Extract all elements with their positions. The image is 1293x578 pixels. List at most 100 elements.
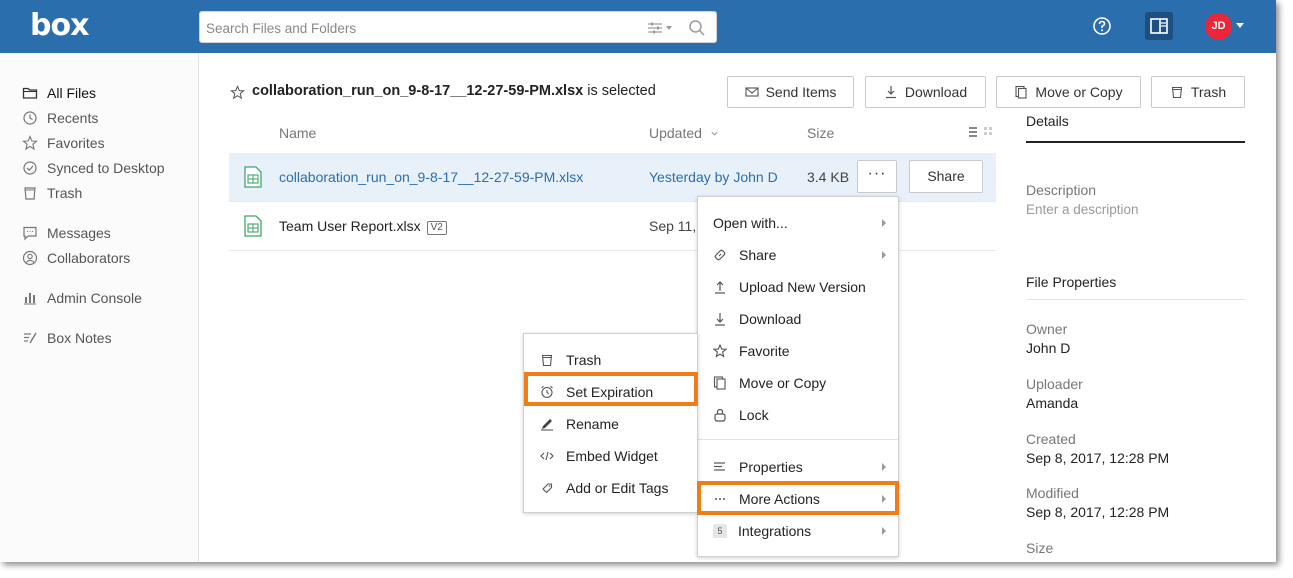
menu-item-label: Move or Copy bbox=[739, 375, 827, 391]
menu-item-download[interactable]: Download bbox=[713, 303, 801, 335]
list-view-icon[interactable] bbox=[968, 126, 994, 138]
envelope-icon bbox=[745, 87, 759, 97]
tab-details[interactable]: Details bbox=[1026, 113, 1245, 143]
highlight-more-actions bbox=[697, 481, 899, 515]
left-sidebar: All Files Recents Favorites Synced to De… bbox=[0, 53, 199, 562]
more-options-button[interactable]: ··· bbox=[857, 160, 897, 193]
search-icon[interactable] bbox=[688, 19, 706, 37]
sidebar-panel-toggle[interactable] bbox=[1145, 12, 1173, 40]
sidebar-item-label: Admin Console bbox=[47, 290, 142, 306]
filter-options-icon[interactable] bbox=[647, 20, 677, 36]
chevron-down-icon[interactable] bbox=[1236, 23, 1244, 28]
sidebar-item-favorites[interactable]: Favorites bbox=[22, 133, 105, 153]
sidebar-item-trash[interactable]: Trash bbox=[22, 183, 82, 203]
modified-value: Sep 8, 2017, 12:28 PM bbox=[1026, 504, 1170, 520]
copy-icon bbox=[1015, 85, 1027, 99]
file-name-link[interactable]: Team User Report.xlsx V2 bbox=[279, 218, 447, 235]
file-properties-heading: File Properties bbox=[1026, 274, 1117, 290]
menu-item-label: Rename bbox=[566, 416, 619, 432]
integrations-count-badge: 5 bbox=[713, 524, 727, 538]
message-icon bbox=[23, 226, 37, 241]
file-name-link[interactable]: collaboration_run_on_9-8-17__12-27-59-PM… bbox=[279, 169, 583, 185]
trash-icon bbox=[541, 354, 553, 367]
download-label: Download bbox=[904, 84, 968, 100]
trash-icon bbox=[1171, 86, 1182, 99]
download-button[interactable]: Download bbox=[865, 76, 986, 108]
link-icon bbox=[714, 249, 726, 261]
sidebar-item-recents[interactable]: Recents bbox=[22, 108, 98, 128]
sync-check-icon bbox=[23, 161, 37, 175]
menu-divider bbox=[698, 439, 898, 440]
selected-filename: collaboration_run_on_9-8-17__12-27-59-PM… bbox=[252, 83, 584, 99]
uploader-value: Amanda bbox=[1026, 395, 1079, 411]
file-updated[interactable]: Yesterday by John D bbox=[649, 169, 778, 185]
star-icon bbox=[713, 344, 727, 358]
box-logo[interactable]: box bbox=[30, 8, 89, 43]
menu-item-label: Share bbox=[739, 247, 777, 263]
submenu-item-rename[interactable]: Rename bbox=[540, 408, 619, 440]
help-icon[interactable] bbox=[1092, 16, 1112, 36]
owner-value: John D bbox=[1026, 340, 1071, 356]
selection-title: collaboration_run_on_9-8-17__12-27-59-PM… bbox=[252, 83, 656, 99]
sidebar-item-label: Box Notes bbox=[47, 330, 112, 346]
column-header-name[interactable]: Name bbox=[279, 125, 316, 141]
selection-suffix: is selected bbox=[587, 83, 656, 99]
column-header-updated[interactable]: Updated bbox=[649, 125, 719, 141]
properties-icon bbox=[714, 462, 725, 471]
sidebar-item-label: Synced to Desktop bbox=[47, 160, 165, 176]
sidebar-item-label: Trash bbox=[47, 185, 83, 201]
send-items-button[interactable]: Send Items bbox=[727, 76, 854, 108]
menu-item-favorite[interactable]: Favorite bbox=[713, 335, 790, 367]
submenu-item-add-or-edit-tags[interactable]: Add or Edit Tags bbox=[540, 472, 668, 504]
move-or-copy-button[interactable]: Move or Copy bbox=[996, 76, 1141, 108]
sidebar-item-label: All Files bbox=[47, 85, 97, 101]
menu-item-integrations[interactable]: 5 Integrations bbox=[713, 515, 811, 547]
sidebar-item-all-files[interactable]: All Files bbox=[22, 83, 96, 103]
trash-button[interactable]: Trash bbox=[1151, 76, 1245, 108]
search-box[interactable] bbox=[199, 11, 717, 43]
code-icon bbox=[540, 451, 554, 461]
upload-icon bbox=[715, 281, 725, 294]
sidebar-item-messages[interactable]: Messages bbox=[22, 223, 111, 243]
pencil-icon bbox=[541, 419, 553, 431]
sidebar-item-admin-console[interactable]: Admin Console bbox=[22, 288, 142, 308]
star-icon[interactable] bbox=[230, 85, 245, 100]
submenu-item-embed-widget[interactable]: Embed Widget bbox=[540, 440, 658, 472]
search-input[interactable] bbox=[206, 18, 626, 38]
menu-item-move-or-copy[interactable]: Move or Copy bbox=[713, 367, 826, 399]
menu-item-label: Download bbox=[739, 311, 802, 327]
sidebar-item-synced[interactable]: Synced to Desktop bbox=[22, 158, 165, 178]
trash-label: Trash bbox=[1190, 84, 1227, 100]
menu-item-label: Add or Edit Tags bbox=[566, 480, 669, 496]
menu-item-label: Integrations bbox=[738, 523, 812, 539]
description-field[interactable]: Enter a description bbox=[1026, 202, 1139, 217]
more-actions-submenu: Trash Set Expiration Rename Embed Widget… bbox=[523, 333, 698, 513]
move-or-copy-label: Move or Copy bbox=[1035, 84, 1123, 100]
share-button[interactable]: Share bbox=[909, 160, 983, 193]
description-label: Description bbox=[1026, 182, 1097, 198]
details-panel: Details bbox=[1026, 113, 1245, 143]
menu-item-upload-new-version[interactable]: Upload New Version bbox=[713, 271, 866, 303]
spreadsheet-file-icon bbox=[244, 166, 262, 188]
version-badge: V2 bbox=[426, 221, 447, 235]
sidebar-item-box-notes[interactable]: Box Notes bbox=[22, 328, 112, 348]
highlight-set-expiration bbox=[524, 372, 698, 406]
divider bbox=[1026, 299, 1245, 300]
sidebar-item-label: Favorites bbox=[47, 135, 105, 151]
menu-item-share[interactable]: Share bbox=[713, 239, 776, 271]
send-items-label: Send Items bbox=[765, 84, 837, 100]
chevron-right-icon bbox=[882, 239, 888, 271]
menu-item-lock[interactable]: Lock bbox=[713, 399, 769, 431]
user-avatar[interactable]: JD bbox=[1205, 13, 1232, 40]
menu-item-properties[interactable]: Properties bbox=[713, 451, 803, 483]
sidebar-item-label: Recents bbox=[47, 110, 99, 126]
spreadsheet-file-icon bbox=[244, 215, 262, 237]
column-header-size[interactable]: Size bbox=[807, 125, 834, 141]
table-row[interactable]: collaboration_run_on_9-8-17__12-27-59-PM… bbox=[229, 153, 996, 202]
menu-item-open-with[interactable]: Open with... bbox=[713, 207, 788, 239]
file-name-text: Team User Report.xlsx bbox=[279, 218, 421, 234]
sidebar-item-label: Collaborators bbox=[47, 250, 131, 266]
sidebar-item-collaborators[interactable]: Collaborators bbox=[22, 248, 130, 268]
menu-item-label: Properties bbox=[739, 459, 803, 475]
menu-item-label: Favorite bbox=[739, 343, 790, 359]
